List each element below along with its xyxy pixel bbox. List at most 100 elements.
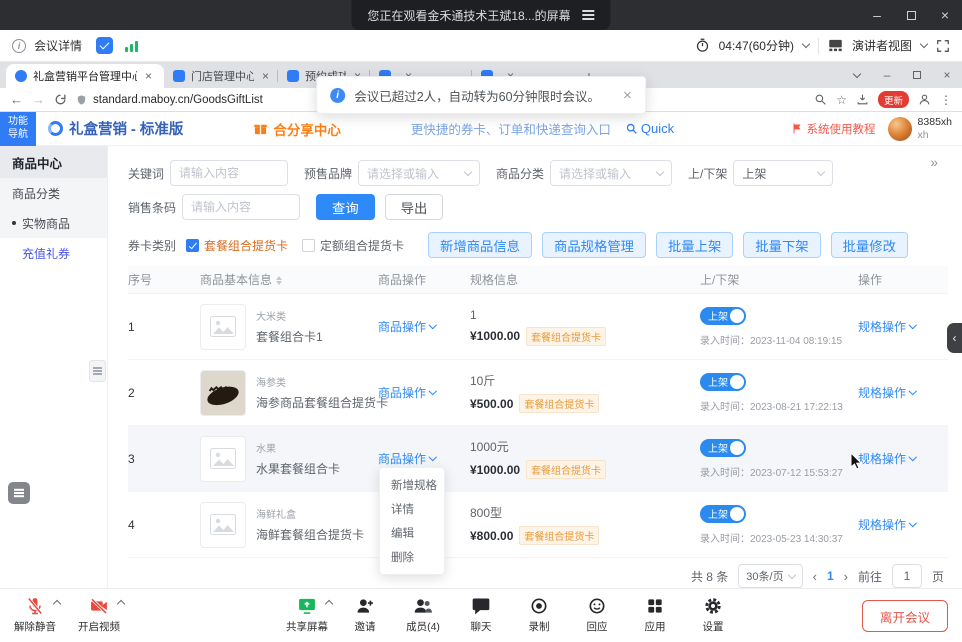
apps-button[interactable]: 应用 xyxy=(632,596,678,634)
menu-item-detail[interactable]: 详情 xyxy=(380,497,444,521)
shelf-toggle[interactable]: 上架 xyxy=(700,439,746,457)
profile-icon[interactable] xyxy=(918,93,931,106)
spec-manage-button[interactable]: 商品规格管理 xyxy=(542,232,646,258)
members-button[interactable]: 成员(4) xyxy=(400,596,446,634)
checkbox-combo-card[interactable]: 套餐组合提货卡 xyxy=(186,237,288,254)
share-screen-button[interactable]: 共享屏幕 xyxy=(284,596,330,634)
minimize-button[interactable]: – xyxy=(860,0,894,30)
invite-button[interactable]: 邀请 xyxy=(342,596,388,634)
spec-operation-link[interactable]: 规格操作 xyxy=(858,318,916,335)
browser-update-badge[interactable]: 更新 xyxy=(878,91,909,108)
unmute-button[interactable]: 解除静音 xyxy=(12,596,58,634)
sidebar-item-product-category[interactable]: 商品分类 xyxy=(0,178,107,208)
chat-icon xyxy=(471,596,491,616)
chevron-up-icon[interactable] xyxy=(117,600,125,608)
menu-item-add-spec[interactable]: 新增规格 xyxy=(380,473,444,497)
chevron-up-icon[interactable] xyxy=(325,600,333,608)
shelf-toggle[interactable]: 上架 xyxy=(700,307,746,325)
category-select[interactable]: 请选择或输入 xyxy=(550,160,672,186)
shelf-toggle[interactable]: 上架 xyxy=(700,505,746,523)
share-center-link[interactable]: 合分享中心 xyxy=(253,119,341,139)
entry-time: 录入时间：2023-05-23 14:30:37 xyxy=(700,530,836,545)
shelf-select[interactable]: 上架 xyxy=(733,160,833,186)
site-security-icon[interactable] xyxy=(76,94,87,106)
sidebar-item-physical-goods[interactable]: 实物商品 xyxy=(0,208,107,238)
search-button[interactable]: 查询 xyxy=(316,194,375,220)
goto-page-input[interactable] xyxy=(892,564,922,588)
download-icon[interactable] xyxy=(856,93,869,106)
brand-select[interactable]: 请选择或输入 xyxy=(358,160,480,186)
product-operation-link[interactable]: 商品操作 xyxy=(378,318,436,335)
browser-close-button[interactable]: × xyxy=(932,62,962,88)
floating-menu-button[interactable] xyxy=(8,482,30,504)
tab-close-icon[interactable]: × xyxy=(145,70,152,82)
tab-favicon xyxy=(173,70,185,82)
meeting-notification-banner: i 会议已超过2人，自动转为60分钟限时会议。 × xyxy=(316,76,646,114)
export-button[interactable]: 导出 xyxy=(385,194,444,220)
close-button[interactable]: × xyxy=(928,0,962,30)
maximize-button[interactable] xyxy=(894,0,928,30)
browser-tab-active[interactable]: 礼盒营销平台管理中心 × xyxy=(6,64,164,88)
quick-search-link[interactable]: Quick xyxy=(625,121,674,136)
settings-button[interactable]: 设置 xyxy=(690,596,736,634)
url-text[interactable]: standard.maboy.cn/GoodsGiftList xyxy=(93,94,263,106)
refresh-icon[interactable] xyxy=(54,93,67,106)
chevron-down-icon xyxy=(464,167,472,175)
function-nav-button[interactable]: 功能导航 xyxy=(0,112,36,146)
meeting-timer[interactable]: 04:47(60分钟) xyxy=(719,37,794,54)
browser-menu-icon[interactable]: ⋮ xyxy=(940,93,952,107)
timer-dropdown-icon[interactable] xyxy=(802,39,810,47)
keyword-input[interactable] xyxy=(170,160,288,186)
security-shield-icon[interactable] xyxy=(96,37,113,54)
user-menu[interactable]: 8385xhxh xyxy=(888,116,952,141)
sidebar-item-recharge-voucher[interactable]: 充值礼券 xyxy=(0,238,107,268)
sidebar-collapse-handle[interactable] xyxy=(89,360,106,382)
apps-grid-icon xyxy=(645,596,665,616)
view-dropdown-icon[interactable] xyxy=(920,39,928,47)
back-icon[interactable]: ← xyxy=(10,93,23,106)
checkbox-fixed-card[interactable]: 定额组合提货卡 xyxy=(302,237,404,254)
start-video-button[interactable]: 开启视频 xyxy=(76,596,122,634)
spec-operation-link[interactable]: 规格操作 xyxy=(858,450,916,467)
zoom-icon[interactable] xyxy=(814,93,827,106)
menu-item-edit[interactable]: 编辑 xyxy=(380,521,444,545)
collapse-panel-icon[interactable]: » xyxy=(930,154,938,170)
current-page[interactable]: 1 xyxy=(827,569,834,583)
chevron-up-icon[interactable] xyxy=(53,600,61,608)
chat-button[interactable]: 聊天 xyxy=(458,596,504,634)
browser-maximize-button[interactable] xyxy=(902,62,932,88)
forward-icon[interactable]: → xyxy=(32,93,45,106)
batch-off-shelf-button[interactable]: 批量下架 xyxy=(743,232,820,258)
batch-on-shelf-button[interactable]: 批量上架 xyxy=(656,232,733,258)
shelf-toggle[interactable]: 上架 xyxy=(700,373,746,391)
tutorial-link[interactable]: 系统使用教程 xyxy=(791,121,876,137)
record-button[interactable]: 录制 xyxy=(516,596,562,634)
add-product-button[interactable]: 新增商品信息 xyxy=(428,232,532,258)
next-page-button[interactable]: › xyxy=(844,569,848,584)
sidebar-section-product-center[interactable]: 商品中心 xyxy=(0,146,107,178)
reaction-button[interactable]: 回应 xyxy=(574,596,620,634)
hamburger-icon[interactable] xyxy=(583,14,595,16)
sort-icon[interactable] xyxy=(276,276,282,285)
right-panel-handle[interactable]: ‹ xyxy=(947,323,962,353)
product-operation-link[interactable]: 商品操作 xyxy=(378,384,436,401)
leave-meeting-button[interactable]: 离开会议 xyxy=(862,600,948,632)
page-size-select[interactable]: 30条/页 xyxy=(738,564,802,588)
prev-page-button[interactable]: ‹ xyxy=(813,569,817,584)
browser-minimize-button[interactable]: – xyxy=(872,62,902,88)
meeting-topbar: i 会议详情 04:47(60分钟) 演讲者视图 xyxy=(0,30,962,62)
spec-operation-link[interactable]: 规格操作 xyxy=(858,516,916,533)
tab-list-icon[interactable] xyxy=(842,62,872,88)
view-mode-selector[interactable]: 演讲者视图 xyxy=(852,37,912,54)
browser-tab[interactable]: 门店管理中心 × xyxy=(164,64,278,88)
product-operation-link[interactable]: 商品操作 xyxy=(378,450,436,467)
batch-edit-button[interactable]: 批量修改 xyxy=(831,232,908,258)
close-icon[interactable]: × xyxy=(623,87,632,104)
bookmark-star-icon[interactable]: ☆ xyxy=(836,93,847,107)
menu-item-delete[interactable]: 删除 xyxy=(380,545,444,569)
spec-operation-link[interactable]: 规格操作 xyxy=(858,384,916,401)
barcode-input[interactable] xyxy=(182,194,300,220)
fullscreen-icon[interactable] xyxy=(936,39,950,53)
meeting-details-link[interactable]: 会议详情 xyxy=(34,37,82,54)
tab-close-icon[interactable]: × xyxy=(262,70,269,82)
